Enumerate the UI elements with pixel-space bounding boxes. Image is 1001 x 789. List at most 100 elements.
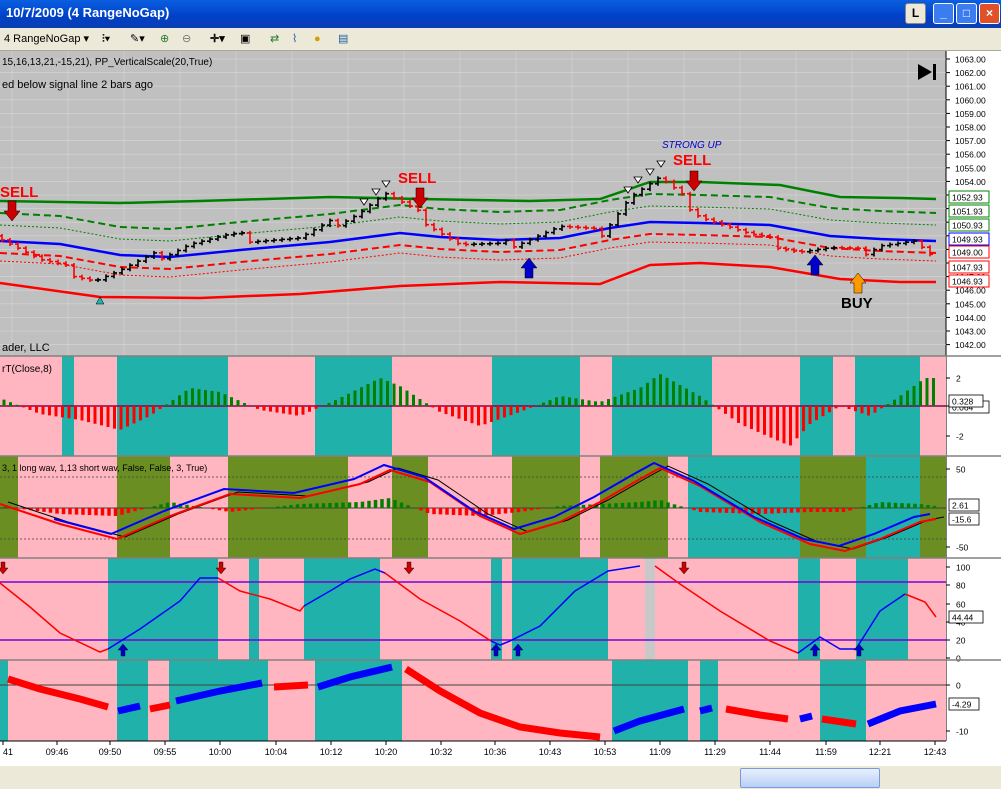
zoom-out-icon[interactable]: ⊖ — [182, 31, 191, 47]
price-tick-label: 1057.00 — [955, 136, 986, 146]
time-tick-label: 11:09 — [649, 747, 671, 757]
price-tag-label: 1049.93 — [952, 235, 983, 245]
window-title-bar: 10/7/2009 (4 RangeNoGap) L _ □ × — [0, 0, 1001, 28]
price-tick-label: 1042.00 — [955, 340, 986, 350]
price-tick-label: 1058.00 — [955, 123, 986, 133]
value-tag-label: -4.29 — [952, 700, 972, 710]
time-tick-label: 11:44 — [759, 747, 781, 757]
price-tag-label: 1049.00 — [952, 248, 983, 258]
panel-bg-segment — [866, 660, 946, 741]
panel-bg-segment — [512, 558, 608, 660]
stochastic-panel: 10080604020044.44 — [0, 557, 1001, 664]
indicators-icon[interactable]: ⌇ — [292, 31, 297, 47]
panel-bg-segment — [866, 456, 920, 558]
horizontal-scroll-thumb[interactable] — [740, 768, 880, 788]
panel-bg-segment — [820, 558, 856, 660]
panel-bg-segment — [502, 558, 512, 660]
strong-up-label: STRONG UP — [662, 140, 722, 151]
value-tag-label: 2.61 — [952, 501, 969, 511]
bar-type-icon[interactable]: ⫶▾ — [102, 31, 110, 47]
panel-bg-segment — [700, 660, 718, 741]
trend-panel: 0 -10 -4.29 — [0, 659, 1001, 741]
time-tick-label: 41 — [3, 747, 13, 757]
price-tag-label: 1052.93 — [952, 193, 983, 203]
trend-segment — [117, 702, 141, 715]
time-tick-label: 10:32 — [430, 747, 453, 757]
price-tick-label: 1056.00 — [955, 150, 986, 160]
panel-bg-segment — [820, 660, 866, 741]
price-tick-label: 1060.00 — [955, 95, 986, 105]
time-tick-label: 10:53 — [594, 747, 617, 757]
price-tag-label: 1046.93 — [952, 277, 983, 287]
price-tick-label: 1062.00 — [955, 68, 986, 78]
panel-bg-segment — [428, 456, 512, 558]
time-tick-label: 11:59 — [815, 747, 837, 757]
panel-bg-segment — [908, 558, 946, 660]
crosshair-icon[interactable]: ✛▾ — [210, 31, 225, 47]
time-tick-label: 09:55 — [154, 747, 177, 757]
axis-tick-label: 2 — [956, 374, 961, 384]
panel-bg-segment — [304, 558, 380, 660]
close-button[interactable]: × — [979, 3, 1000, 24]
trend-segment — [149, 701, 171, 713]
time-tick-label: 10:12 — [320, 747, 343, 757]
panel-bg-segment — [249, 558, 259, 660]
time-tick-label: 12:21 — [869, 747, 892, 757]
panel-bg-segment — [148, 660, 169, 741]
axis-tick-label: 60 — [956, 600, 966, 610]
maximize-button[interactable]: □ — [956, 3, 977, 24]
price-tick-label: 1061.00 — [955, 82, 986, 92]
zoom-in-icon[interactable]: ⊕ — [160, 31, 169, 47]
panel-bg-segment — [117, 660, 148, 741]
draw-tool-icon[interactable]: ✎▾ — [130, 31, 145, 47]
price-tick-label: 1044.00 — [955, 313, 986, 323]
price-tag-label: 1047.93 — [952, 263, 983, 273]
panel-bg-segment — [402, 660, 612, 741]
time-tick-label: 10:43 — [539, 747, 562, 757]
panel-bg-segment — [108, 558, 218, 660]
axis-tick-label: 80 — [956, 581, 966, 591]
panel-bg-segment — [655, 558, 798, 660]
time-tick-label: 10:04 — [265, 747, 288, 757]
price-tag-label: 1050.93 — [952, 221, 983, 231]
properties-icon[interactable]: ▣ — [240, 31, 250, 47]
axis-tick-label: 0 — [956, 681, 961, 691]
price-tag-label: 1051.93 — [952, 207, 983, 217]
chart-area[interactable]: 15,16,13,21,-15,21), PP_VerticalScale(20… — [0, 51, 1001, 766]
strategy-icon[interactable]: ⇄ — [270, 31, 279, 47]
panel-bg-segment — [380, 558, 491, 660]
axis-tick-label: 0 — [956, 654, 961, 664]
panel-bg-segment — [218, 558, 249, 660]
panel-bg-segment — [608, 558, 645, 660]
panel-bg-segment — [268, 660, 315, 741]
time-tick-label: 09:50 — [99, 747, 122, 757]
trend-segment — [699, 704, 713, 715]
money-icon[interactable]: ● — [314, 31, 321, 47]
value-tag-label: 44.44 — [952, 613, 974, 623]
sell-label-right: SELL — [673, 152, 711, 169]
instrument-selector[interactable]: 4 RangeNoGap ▾ — [4, 31, 89, 47]
price-tick-label: 1059.00 — [955, 109, 986, 119]
panel-bg-segment — [688, 456, 800, 558]
time-tick-label: 12:43 — [924, 747, 947, 757]
panel-bg-segment — [0, 558, 108, 660]
window-l-button[interactable]: L — [905, 3, 926, 24]
time-tick-label: 11:29 — [704, 747, 726, 757]
price-tags: 1052.93 1051.93 1050.93 1049.93 1049.00 1047.… — [948, 190, 990, 288]
minimize-button[interactable]: _ — [933, 3, 954, 24]
data-box-icon[interactable]: ▤ — [338, 31, 348, 47]
axis-tick-label: 50 — [956, 465, 966, 475]
panel-bg-segment — [0, 660, 8, 741]
buy-label: BUY — [841, 295, 873, 312]
panel2-label: rT(Close,8) — [2, 364, 52, 375]
time-tick-label: 10:36 — [484, 747, 507, 757]
time-tick-label: 09:46 — [46, 747, 69, 757]
value-tag-label: 0.328 — [952, 397, 974, 407]
time-axis-bg — [0, 741, 946, 766]
value-tag-label: -15.6 — [952, 515, 972, 525]
price-tick-label: 1043.00 — [955, 327, 986, 337]
time-tick-label: 10:00 — [209, 747, 232, 757]
time-tick-label: 10:20 — [375, 747, 398, 757]
axis-tick-label: -2 — [956, 432, 964, 442]
panel3-label: 3, 1 long wav, 1,13 short wav, False, Fa… — [2, 463, 207, 473]
